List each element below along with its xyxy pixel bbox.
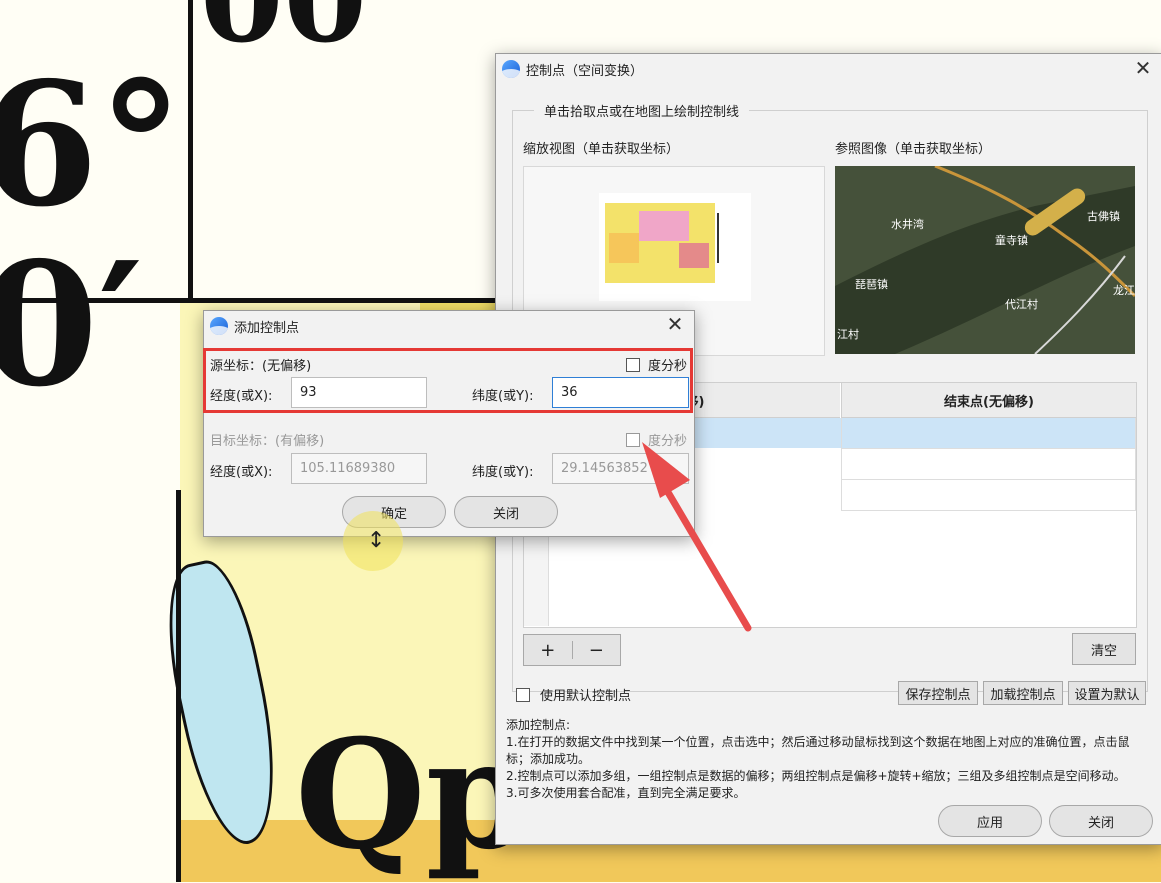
help-line: 标；添加成功。 (506, 752, 591, 766)
help-line: 添加控制点: (506, 718, 571, 732)
use-default-checkbox[interactable]: 使用默认控制点 (516, 685, 631, 704)
dialog-title: 添加控制点 (234, 320, 300, 336)
dialog-titlebar[interactable]: 控制点（空间变换） (496, 54, 1161, 84)
help-text: 添加控制点: 1.在打开的数据文件中找到某一个位置，点击选中；然后通过移动鼠标找… (506, 717, 1146, 802)
map-grid-line (188, 0, 193, 300)
map-label: 6° (0, 45, 184, 245)
ref-map-label: 古佛镇 (1087, 210, 1120, 223)
use-default-label: 使用默认控制点 (540, 689, 632, 704)
map-label: 0′ (0, 225, 144, 425)
reference-image-panel[interactable]: 水井湾 古佛镇 童寺镇 琵琶镇 代江村 江村 龙江 (835, 166, 1135, 354)
set-default-button[interactable]: 设置为默认 (1068, 681, 1146, 705)
table-cell[interactable] (841, 418, 1136, 449)
ref-map-label: 童寺镇 (995, 234, 1028, 247)
ref-map-label: 龙江 (1113, 284, 1135, 297)
dialog-title: 控制点（空间变换） (526, 63, 644, 79)
resize-cursor-icon: ↕ (367, 528, 386, 553)
apply-button[interactable]: 应用 (938, 805, 1042, 837)
column-header-end[interactable]: 结束点(无偏移) (841, 383, 1136, 418)
annotation-arrow-icon (642, 442, 752, 632)
group-title: 单击拾取点或在地图上绘制控制线 (534, 101, 750, 120)
close-icon[interactable]: ✕ (664, 314, 686, 336)
clear-button[interactable]: 清空 (1072, 633, 1136, 665)
ref-map-label: 琵琶镇 (855, 278, 888, 291)
table-row[interactable] (841, 449, 1136, 480)
target-lon-label: 经度(或X): (210, 465, 273, 480)
map-label: 00 (200, 0, 367, 60)
load-points-button[interactable]: 加载控制点 (983, 681, 1063, 705)
close-button[interactable]: 关闭 (1049, 805, 1153, 837)
ref-map-label: 江村 (837, 328, 859, 341)
zoom-view-label: 缩放视图（单击获取坐标） (523, 142, 680, 157)
highlight-box (203, 348, 693, 413)
dialog-titlebar[interactable]: 添加控制点 (204, 311, 694, 341)
target-lat-label: 纬度(或Y): (472, 465, 534, 480)
add-button[interactable]: + (524, 640, 572, 661)
help-line: 1.在打开的数据文件中找到某一个位置，点击选中；然后通过移动鼠标找到这个数据在地… (506, 735, 1130, 749)
map-thumbnail[interactable] (599, 193, 751, 301)
table-row[interactable] (841, 480, 1136, 511)
close-icon[interactable]: ✕ (1132, 58, 1154, 80)
checkbox-box[interactable] (516, 687, 530, 702)
save-points-button[interactable]: 保存控制点 (898, 681, 978, 705)
target-coordinate-label: 目标坐标：(有偏移) (210, 434, 325, 449)
ref-map-label: 水井湾 (891, 218, 924, 231)
remove-button[interactable]: − (573, 640, 621, 661)
app-logo-icon (502, 60, 520, 78)
add-remove-toolbar: + − (523, 634, 621, 666)
reference-image-label: 参照图像（单击获取坐标） (835, 142, 992, 157)
ref-map-label: 代江村 (1005, 298, 1038, 311)
app-logo-icon (210, 317, 228, 335)
help-line: 3.可多次使用套合配准，直到完全满足要求。 (506, 786, 746, 800)
target-lon-input[interactable]: 105.11689380 (291, 453, 427, 484)
close-button[interactable]: 关闭 (454, 496, 558, 528)
map-boundary-line (176, 490, 181, 882)
help-line: 2.控制点可以添加多组，一组控制点是数据的偏移；两组控制点是偏移+旋转+缩放；三… (506, 769, 1126, 783)
